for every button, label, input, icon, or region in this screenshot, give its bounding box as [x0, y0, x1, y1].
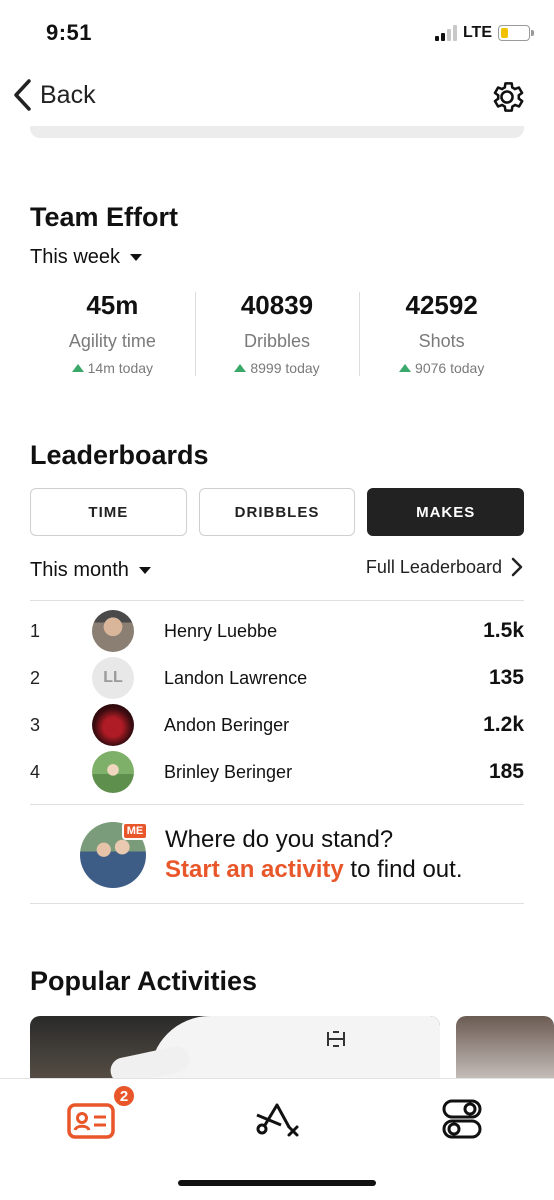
- week-period-label: This week: [30, 246, 121, 268]
- stand-cta: Start an activity to find out.: [165, 856, 462, 884]
- me-badge: ME: [122, 822, 148, 840]
- team-effort-title: Team Effort: [30, 202, 179, 232]
- status-time: 9:51: [46, 20, 93, 45]
- avatar: [92, 704, 134, 746]
- caret-down-icon: [138, 567, 151, 574]
- tab-makes[interactable]: MAKES: [367, 488, 525, 536]
- trend-up-icon: [399, 364, 412, 372]
- battery-level: [501, 28, 508, 38]
- stat-value: 42592: [405, 290, 478, 320]
- activity-card[interactable]: [30, 1016, 440, 1086]
- popular-activities-title: Popular Activities: [30, 966, 258, 996]
- player-name: Andon Beringer: [164, 714, 290, 735]
- leaderboard-row[interactable]: 1 Henry Luebbe 1.5k: [30, 609, 524, 653]
- player-name: Landon Lawrence: [164, 667, 308, 688]
- month-period-dropdown[interactable]: This month: [30, 559, 151, 582]
- rank: 3: [30, 714, 41, 735]
- tab-dribbles[interactable]: DRIBBLES: [198, 488, 356, 536]
- play-diagram-icon[interactable]: [251, 1095, 303, 1143]
- leaderboard-tabs: TIME DRIBBLES MAKES: [30, 488, 525, 536]
- divider: [30, 804, 524, 805]
- leaderboard-row[interactable]: 3 Andon Beringer 1.2k: [30, 703, 524, 747]
- divider: [30, 600, 524, 601]
- stat-today-text: 8999 today: [250, 360, 320, 376]
- stat-value: 45m: [86, 290, 139, 320]
- week-period-dropdown[interactable]: This week: [30, 246, 143, 269]
- leaderboard-row[interactable]: 4 Brinley Beringer 185: [30, 750, 524, 794]
- player-score: 1.5k: [483, 619, 524, 642]
- caret-down-icon: [130, 254, 143, 261]
- player-score: 135: [488, 666, 524, 689]
- tab-time[interactable]: TIME: [30, 488, 187, 536]
- stat-shots: 42592 Shots 9076 today: [359, 288, 524, 378]
- home-indicator[interactable]: [178, 1180, 376, 1186]
- battery-icon: [498, 25, 534, 41]
- stat-label: Dribbles: [243, 331, 311, 351]
- gear-icon[interactable]: [488, 78, 526, 116]
- avatar: [92, 751, 134, 793]
- notification-badge: 2: [112, 1084, 136, 1108]
- profile-card-icon[interactable]: [66, 1095, 118, 1143]
- player-name: Brinley Beringer: [164, 761, 293, 782]
- stat-label: Shots: [418, 331, 465, 351]
- toggles-icon[interactable]: [436, 1095, 488, 1143]
- status-bar: 9:51 LTE: [0, 0, 554, 66]
- avatar-initials: LL: [92, 657, 134, 699]
- stand-cta-rest: to find out.: [343, 856, 463, 883]
- previous-card-edge: [30, 126, 524, 138]
- rank: 2: [30, 667, 41, 688]
- trend-up-icon: [71, 364, 84, 372]
- start-activity-link[interactable]: Start an activity: [165, 856, 344, 883]
- leaderboards-title: Leaderboards: [30, 440, 209, 470]
- full-leaderboard-label: Full Leaderboard: [365, 556, 502, 577]
- activity-image: [150, 1016, 440, 1086]
- network-label: LTE: [462, 24, 492, 41]
- rank: 4: [30, 761, 41, 782]
- player-score: 1.2k: [483, 713, 524, 736]
- nav-bar: Back: [0, 70, 554, 126]
- stat-today-text: 14m today: [87, 360, 154, 376]
- signal-icon: [434, 25, 457, 41]
- player-name: Henry Luebbe: [164, 620, 278, 641]
- avatar: [92, 610, 134, 652]
- stat-dribbles: 40839 Dribbles 8999 today: [194, 288, 360, 378]
- status-indicators: LTE: [434, 24, 534, 42]
- rank: 1: [30, 620, 41, 641]
- back-label: Back: [40, 80, 96, 109]
- back-button[interactable]: Back: [12, 78, 96, 112]
- chevron-right-icon: [511, 557, 523, 577]
- stat-value: 40839: [240, 290, 314, 320]
- brand-logo-icon: [327, 1031, 345, 1047]
- stat-today-text: 9076 today: [415, 360, 485, 376]
- stand-question: Where do you stand?: [165, 826, 394, 853]
- stat-agility: 45m Agility time 14m today: [30, 288, 195, 378]
- trend-up-icon: [234, 364, 247, 372]
- team-stats: 45m Agility time 14m today 40839 Dribble…: [30, 288, 524, 378]
- stat-today: 9076 today: [359, 360, 524, 376]
- month-period-label: This month: [30, 559, 129, 581]
- chevron-left-icon: [14, 79, 31, 111]
- full-leaderboard-link[interactable]: Full Leaderboard: [366, 556, 524, 578]
- stat-label: Agility time: [68, 331, 156, 351]
- activity-card[interactable]: [456, 1016, 554, 1086]
- player-score: 185: [488, 760, 524, 783]
- stat-today: 14m today: [30, 360, 195, 376]
- stat-today: 8999 today: [195, 360, 360, 376]
- divider: [30, 903, 524, 904]
- leaderboard-row[interactable]: 2 LL Landon Lawrence 135: [30, 656, 524, 700]
